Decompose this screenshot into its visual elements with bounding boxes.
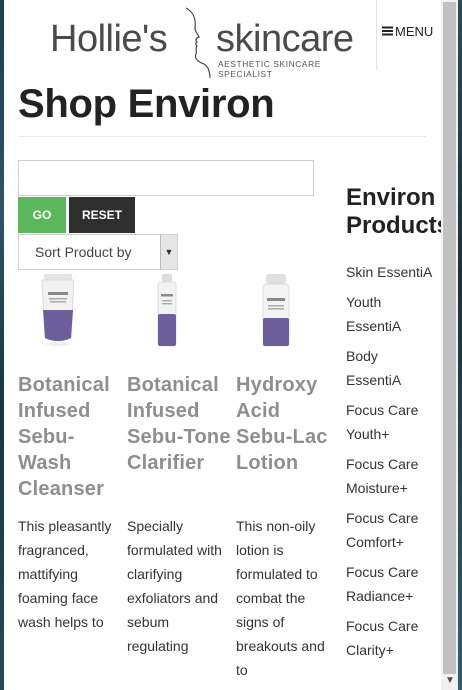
sidebar-item-focus-care-moisture[interactable]: Focus Care Moisture+	[346, 452, 436, 500]
sidebar-list: Skin EssentiA Youth EssentiA Body Essent…	[346, 260, 436, 668]
scrollbar-thumb[interactable]	[443, 2, 456, 674]
product-image[interactable]	[260, 274, 292, 350]
sort-select[interactable]: Sort Product by ▼	[18, 234, 178, 270]
search-input[interactable]	[18, 160, 314, 196]
sidebar-title-line1: Environ	[346, 184, 436, 211]
sidebar-item-focus-care-youth[interactable]: Focus Care Youth+	[346, 398, 436, 446]
page: Hollie's skincare AESTHETIC SKINCARE SPE…	[4, 0, 441, 690]
site-logo[interactable]: Hollie's skincare AESTHETIC SKINCARE SPE…	[50, 6, 370, 80]
scroll-down-arrow-icon[interactable]: ▼	[445, 674, 455, 688]
product-description: This pleasantly fragranced, mattifying f…	[18, 518, 112, 630]
sidebar-title-line2: Products	[346, 212, 441, 239]
product-title[interactable]: Botanical Infused Sebu-Tone Clarifier	[127, 372, 233, 476]
reset-button[interactable]: RESET	[69, 197, 135, 233]
logo-tagline: AESTHETIC SKINCARE SPECIALIST	[218, 59, 321, 79]
title-divider	[18, 136, 426, 137]
product-description: Specially formulated with clarifying exf…	[127, 518, 222, 654]
product-image[interactable]	[38, 274, 78, 350]
logo-text-right: skincare	[216, 18, 354, 60]
product-image[interactable]	[155, 274, 179, 350]
product-title[interactable]: Hydroxy Acid Sebu-Lac Lotion	[236, 372, 342, 476]
sidebar-title: Environ Products	[346, 184, 441, 240]
sidebar-item-focus-care-radiance[interactable]: Focus Care Radiance+	[346, 560, 436, 608]
sidebar-item-youth-essentia[interactable]: Youth EssentiA	[346, 290, 436, 338]
vertical-scrollbar[interactable]: ▼	[441, 0, 458, 690]
menu-divider	[376, 0, 377, 70]
sidebar-item-focus-care-comfort[interactable]: Focus Care Comfort+	[346, 506, 436, 554]
sidebar-item-focus-care-clarity[interactable]: Focus Care Clarity+	[346, 614, 436, 662]
chevron-down-icon[interactable]: ▼	[160, 235, 177, 269]
site-header: Hollie's skincare AESTHETIC SKINCARE SPE…	[4, 0, 441, 82]
face-profile-icon	[185, 7, 211, 79]
logo-text-left: Hollie's	[50, 18, 168, 60]
product-title[interactable]: Botanical Infused Sebu-Wash Cleanser	[18, 372, 124, 502]
sort-selected-value: Sort Product by	[35, 244, 132, 260]
menu-button[interactable]: MENU	[382, 22, 433, 40]
menu-label: MENU	[395, 23, 434, 39]
background-right-edge	[458, 0, 462, 690]
page-title: Shop Environ	[18, 82, 275, 126]
sidebar-item-body-essentia[interactable]: Body EssentiA	[346, 344, 436, 392]
go-button[interactable]: GO	[18, 197, 66, 233]
sidebar-item-skin-essentia[interactable]: Skin EssentiA	[346, 260, 436, 284]
product-description: This non-oily lotion is formulated to co…	[236, 518, 325, 678]
hamburger-icon	[382, 26, 393, 36]
